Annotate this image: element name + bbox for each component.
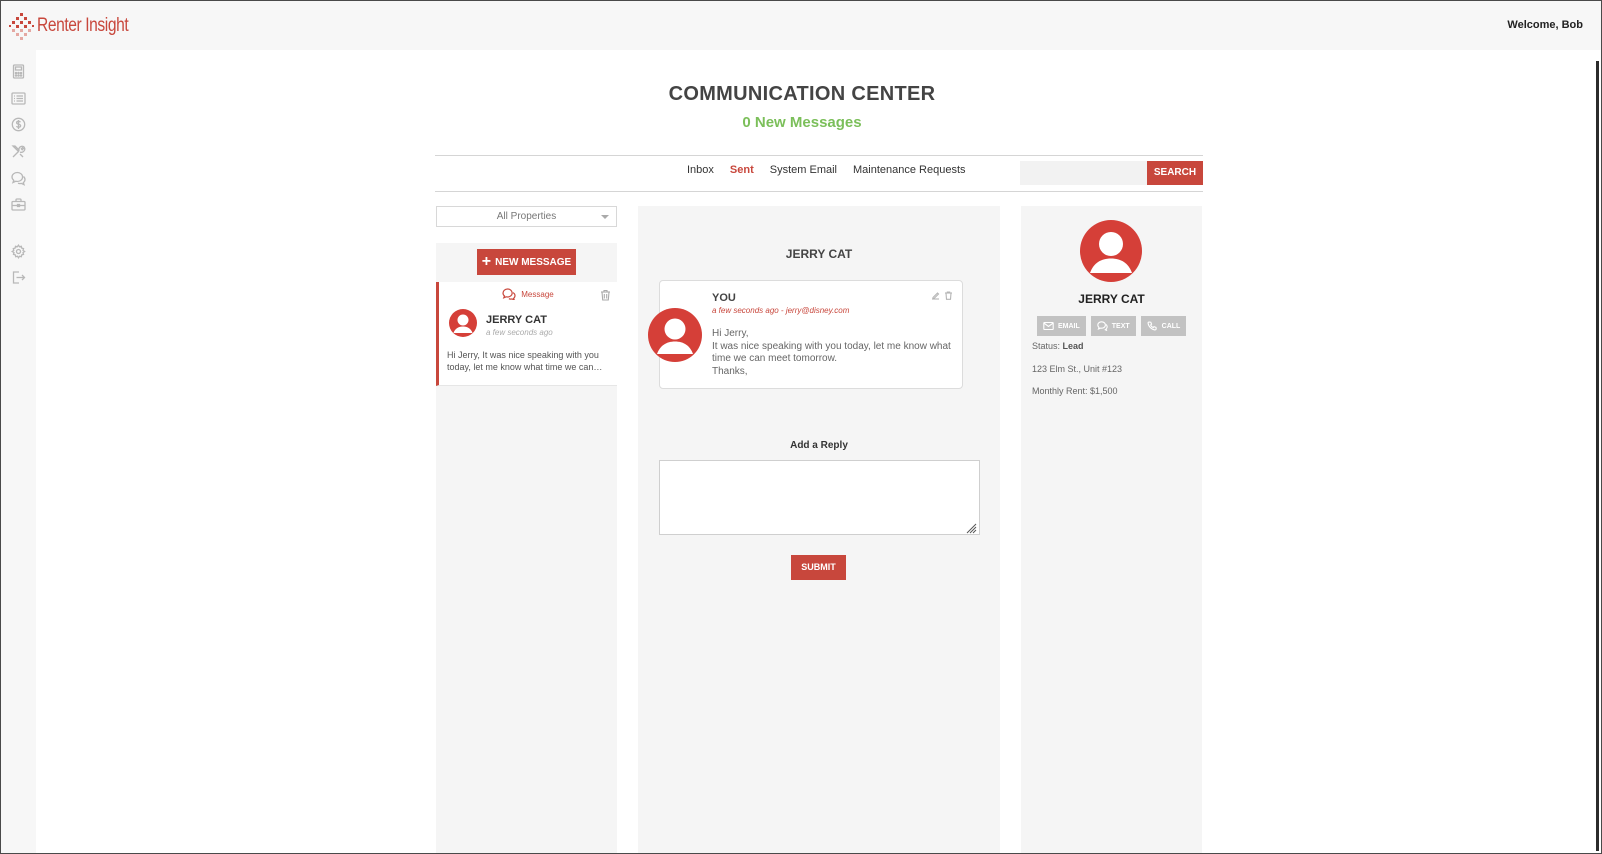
resize-grip-icon[interactable] — [965, 521, 977, 534]
trash-icon[interactable] — [944, 291, 953, 300]
app-window: Renter Insight Welcome, Bob COMMUNICATIO… — [0, 0, 1602, 854]
message-actions — [931, 291, 953, 300]
email-label: EMAIL — [1058, 322, 1080, 330]
brand-logo[interactable]: Renter Insight — [9, 11, 148, 41]
contact-name: JERRY CAT — [1078, 292, 1145, 306]
message-line: It was nice speaking with you today, let… — [712, 340, 951, 365]
message-meta: a few seconds ago - jerry@disney.com — [712, 306, 850, 315]
status-label: Status: — [1032, 341, 1061, 351]
tab-sent[interactable]: Sent — [730, 164, 754, 176]
reply-label: Add a Reply — [790, 440, 848, 451]
message-line: Hi Jerry, — [712, 328, 749, 339]
tab-system-email[interactable]: System Email — [770, 164, 837, 176]
page-scrollbar[interactable] — [1596, 61, 1599, 851]
plus-icon: + — [481, 253, 492, 270]
conversation-title: JERRY CAT — [785, 247, 853, 261]
avatar — [648, 308, 702, 362]
welcome-text: Welcome, Bob — [1507, 19, 1583, 31]
message-body: Hi Jerry, It was nice speaking with you … — [712, 328, 956, 378]
property-filter-select[interactable]: All Properties — [436, 206, 617, 227]
calculator-icon[interactable] — [11, 64, 26, 79]
message-list-panel: + NEW MESSAGE Message JERRY CAT a few se… — [436, 243, 617, 853]
chat-icon[interactable] — [11, 171, 26, 186]
envelope-icon — [1043, 321, 1054, 331]
contact-rent: Monthly Rent: $1,500 — [1032, 386, 1118, 396]
contact-status: Status: Lead — [1032, 341, 1084, 351]
status-value: Lead — [1062, 341, 1084, 351]
message-tabs: Inbox Sent System Email Maintenance Requ… — [687, 164, 966, 176]
message-sender: YOU — [712, 292, 736, 304]
briefcase-icon[interactable] — [11, 197, 26, 212]
message-time: a few seconds ago — [486, 328, 553, 337]
message-list-item[interactable]: Message JERRY CAT a few seconds ago Hi J… — [436, 282, 617, 386]
text-label: TEXT — [1111, 322, 1130, 330]
message-bubble: YOU a few seconds ago - jerry@disney.com… — [659, 280, 963, 389]
nav-divider-top — [435, 155, 1203, 156]
new-messages-count: 0 New Messages — [742, 114, 862, 131]
tab-inbox[interactable]: Inbox — [687, 164, 714, 176]
reply-textarea[interactable] — [659, 460, 980, 535]
email-contact-button[interactable]: EMAIL — [1037, 316, 1086, 336]
phone-icon — [1147, 321, 1157, 331]
logo-icon — [9, 12, 35, 40]
submit-reply-button[interactable]: SUBMIT — [791, 555, 846, 580]
edit-icon[interactable] — [931, 291, 940, 300]
message-line: Thanks, — [712, 365, 748, 377]
logout-icon[interactable] — [11, 270, 26, 285]
call-contact-button[interactable]: CALL — [1140, 316, 1187, 336]
property-filter-value: All Properties — [496, 211, 557, 222]
tools-icon[interactable] — [11, 144, 26, 159]
message-type-label: Message — [521, 289, 554, 299]
contact-actions: EMAIL TEXT CALL — [1037, 316, 1187, 336]
new-message-button[interactable]: + NEW MESSAGE — [477, 249, 576, 275]
avatar — [1080, 220, 1142, 282]
delete-message-icon[interactable] — [600, 288, 611, 301]
message-type: Message — [439, 288, 617, 300]
contact-panel: JERRY CAT EMAIL TEXT CALL Status: Lead 1… — [1021, 206, 1202, 853]
caret-down-icon — [601, 215, 609, 219]
nav-divider-bottom — [435, 191, 1203, 192]
search-button[interactable]: SEARCH — [1147, 161, 1203, 185]
brand-name: Renter Insight — [37, 15, 129, 36]
page-title: COMMUNICATION CENTER — [668, 83, 936, 105]
search-input[interactable] — [1020, 161, 1147, 185]
tab-maintenance-requests[interactable]: Maintenance Requests — [853, 164, 966, 176]
message-sender-name: JERRY CAT — [486, 314, 547, 326]
conversation-panel: JERRY CAT YOU a few seconds ago - jerry@… — [638, 206, 1000, 853]
gear-icon[interactable] — [11, 244, 26, 259]
new-message-label: NEW MESSAGE — [495, 256, 572, 268]
call-label: CALL — [1161, 322, 1181, 330]
avatar — [449, 309, 477, 337]
message-preview: Hi Jerry, It was nice speaking with you … — [447, 350, 603, 372]
contact-address: 123 Elm St., Unit #123 — [1032, 364, 1123, 374]
text-contact-button[interactable]: TEXT — [1090, 316, 1136, 336]
chat-icon — [1097, 321, 1108, 331]
top-bar: Renter Insight Welcome, Bob — [1, 1, 1601, 50]
sidebar — [1, 50, 36, 853]
chat-icon — [502, 288, 516, 300]
